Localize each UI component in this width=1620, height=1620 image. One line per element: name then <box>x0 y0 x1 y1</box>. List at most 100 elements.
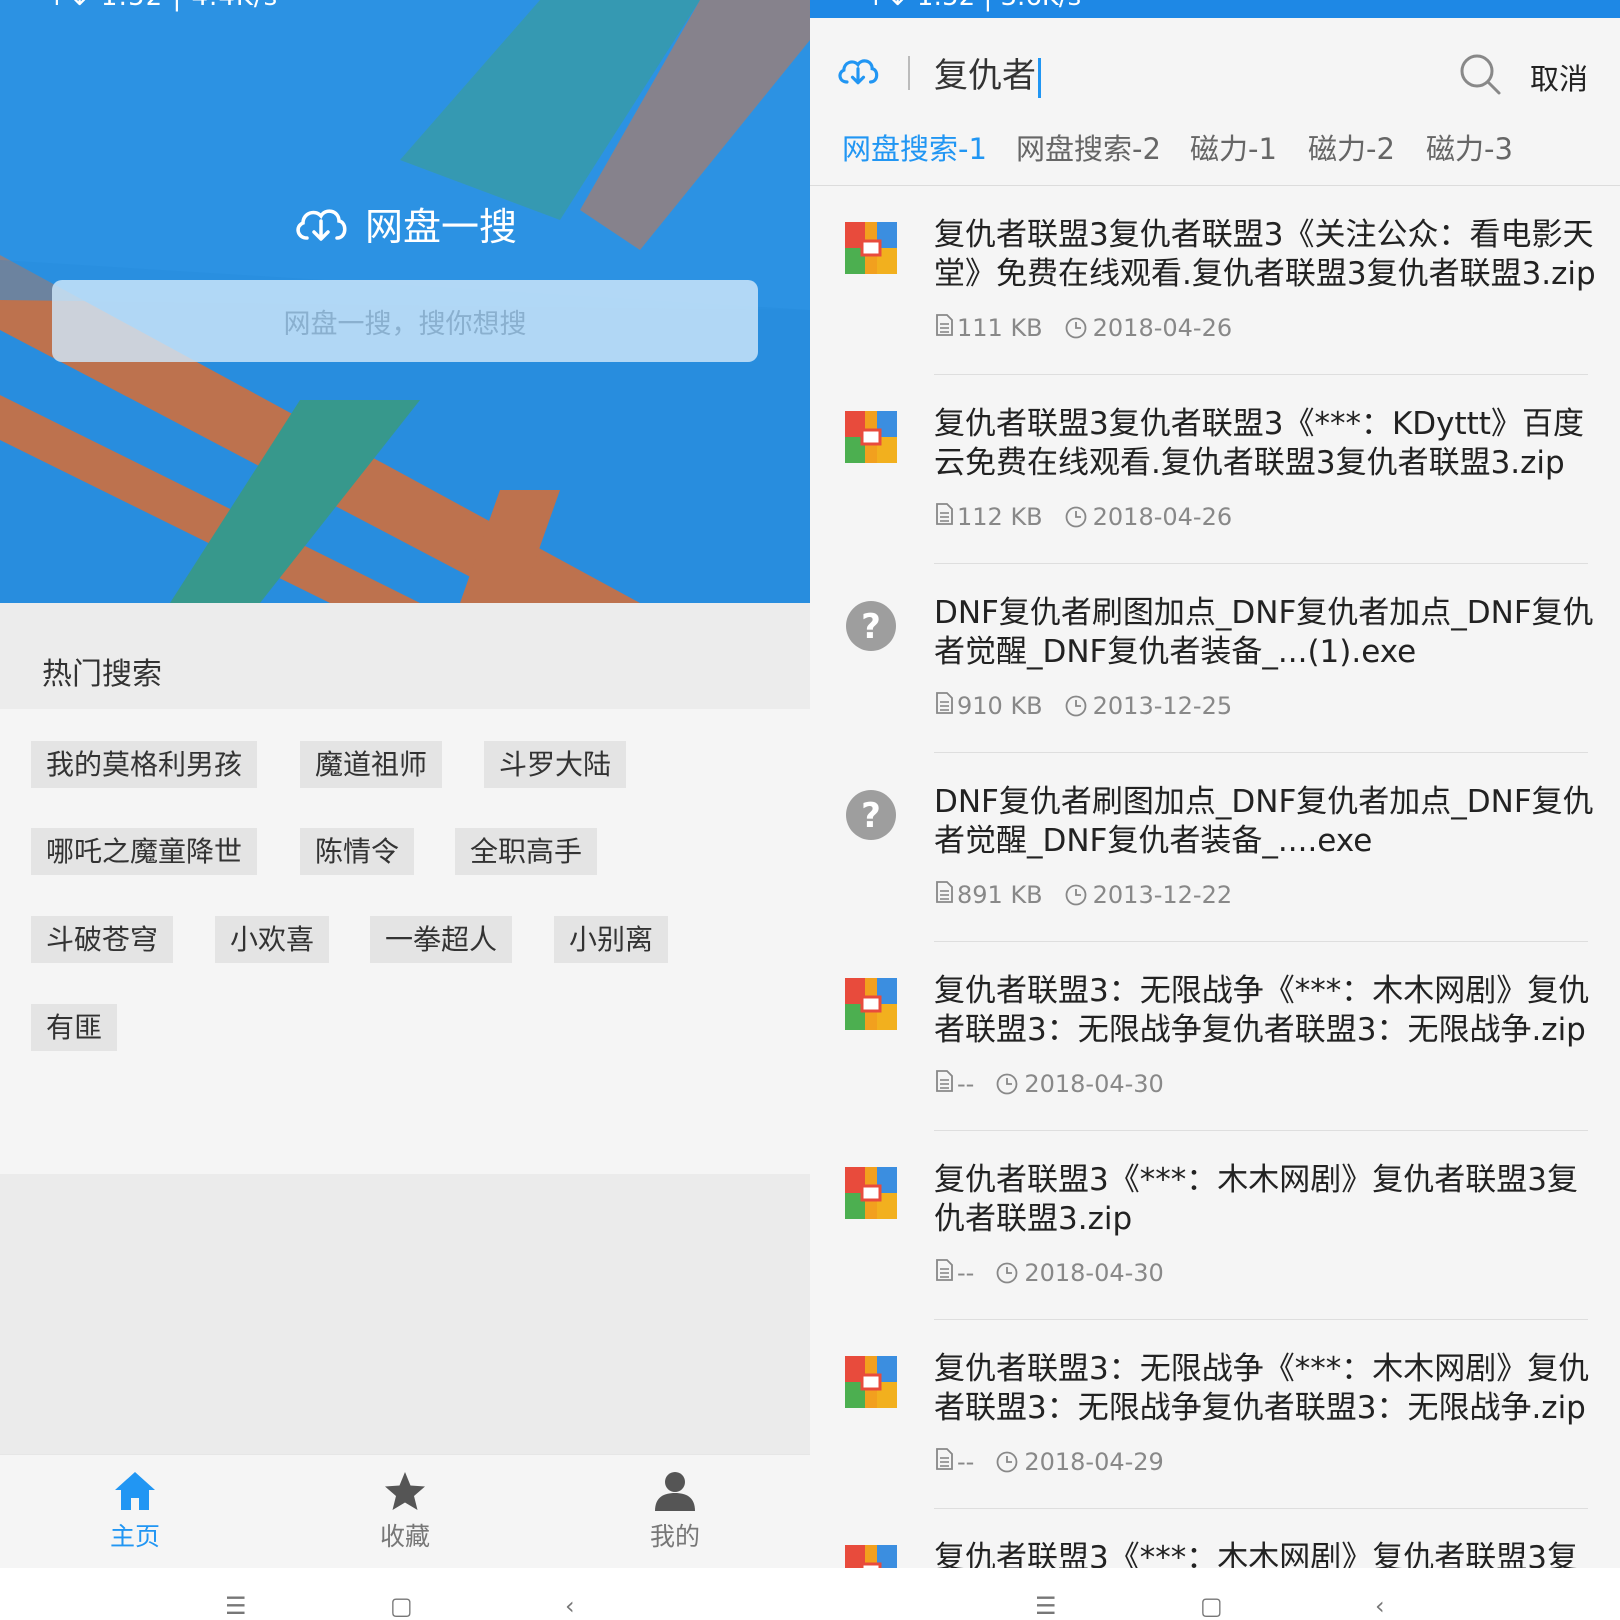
result-title: 复仇者联盟3：无限战争《***：木木网剧》复仇者联盟3：无限战争复仇者联盟3：无… <box>934 1351 1590 1426</box>
search-input[interactable]: 复仇者 <box>934 48 1041 98</box>
hot-tag[interactable]: 我的莫格利男孩 <box>31 741 258 788</box>
result-meta: 910 KB 2013-12-25 <box>934 692 1232 720</box>
result-date: 2018-04-30 <box>1024 1259 1164 1287</box>
back-icon[interactable]: ‹ <box>565 1592 575 1620</box>
result-meta: 112 KB 2018-04-26 <box>934 503 1232 531</box>
result-date-wrap: 2018-04-29 <box>996 1448 1164 1476</box>
hot-tag[interactable]: 斗罗大陆 <box>484 741 627 788</box>
tab-pan-search-1[interactable]: 网盘搜索-1 <box>842 126 987 168</box>
hot-tag[interactable]: 陈情令 <box>300 828 415 875</box>
file-icon <box>934 1448 957 1476</box>
home-icon <box>115 1472 155 1510</box>
result-item[interactable]: 复仇者联盟3：无限战争《***：木木网剧》复仇者联盟3：无限战争复仇者联盟3：无… <box>810 942 1620 1131</box>
svg-text:?: ? <box>861 796 881 836</box>
result-item[interactable]: 复仇者联盟3：无限战争《***：木木网剧》复仇者联盟3：无限战争复仇者联盟3：无… <box>810 1320 1620 1509</box>
app-title: 网盘一搜 <box>0 196 810 251</box>
text-caret <box>1038 57 1041 98</box>
nav-home[interactable]: 主页 <box>55 1469 215 1553</box>
result-item[interactable]: 复仇者联盟3复仇者联盟3《***：KDyttt》百度云免费在线观看.复仇者联盟3… <box>810 375 1620 564</box>
nav-me[interactable]: 我的 <box>595 1469 755 1553</box>
separator <box>908 56 910 90</box>
result-date: 2018-04-30 <box>1024 1070 1164 1098</box>
tab-magnet-1[interactable]: 磁力-1 <box>1190 126 1277 168</box>
hot-tag[interactable]: 小欢喜 <box>215 916 330 963</box>
clock-icon <box>996 1451 1021 1473</box>
result-item[interactable]: ? DNF复仇者刷图加点_DNF复仇者加点_DNF复仇者觉醒_DNF复仇者装备_… <box>810 564 1620 753</box>
result-item[interactable]: 复仇者联盟3复仇者联盟3《关注公众：看电影天堂》免费在线观看.复仇者联盟3复仇者… <box>810 186 1620 375</box>
clock-icon <box>1065 695 1090 717</box>
back-icon[interactable]: ‹ <box>1375 1592 1385 1620</box>
archive-icon <box>845 411 897 463</box>
result-size: 112 KB <box>957 503 1043 531</box>
result-date: 2013-12-25 <box>1092 692 1233 720</box>
archive-icon <box>845 978 897 1030</box>
clock-icon <box>1065 506 1090 528</box>
menu-icon[interactable]: ☰ <box>225 1592 247 1620</box>
result-title: 复仇者联盟3复仇者联盟3《关注公众：看电影天堂》免费在线观看.复仇者联盟3复仇者… <box>934 217 1596 292</box>
home-square-icon[interactable]: ▢ <box>1200 1592 1223 1620</box>
file-icon <box>934 503 957 531</box>
result-meta: 891 KB 2013-12-22 <box>934 881 1232 909</box>
file-icon <box>934 881 957 909</box>
home-square-icon[interactable]: ▢ <box>390 1592 413 1620</box>
menu-icon[interactable]: ☰ <box>1035 1592 1057 1620</box>
system-navigation-bar: ☰ ▢ ‹ <box>0 1568 810 1620</box>
file-icon <box>934 1070 957 1098</box>
result-size: -- <box>957 1259 975 1287</box>
hot-search-header: 热门搜索 <box>0 603 810 709</box>
result-size: 111 KB <box>957 314 1043 342</box>
result-date-wrap: 2018-04-30 <box>996 1259 1164 1287</box>
result-size: -- <box>957 1070 975 1098</box>
search-header: 复仇者 取消 网盘搜索-1 网盘搜索-2 磁力-1 磁力-2 磁力-3 <box>810 18 1620 186</box>
hot-tag[interactable]: 有匪 <box>31 1004 118 1051</box>
result-date: 2013-12-22 <box>1092 881 1233 909</box>
search-results-screen: ↑↓ 1:52 | 3.6K/s 复仇者 取消 网盘搜索-1 网盘搜索-2 磁力… <box>810 0 1620 1620</box>
archive-icon <box>845 1356 897 1408</box>
result-item[interactable]: ? DNF复仇者刷图加点_DNF复仇者加点_DNF复仇者觉醒_DNF复仇者装备_… <box>810 753 1620 942</box>
clock-icon <box>1065 884 1090 906</box>
bottom-navigation: 主页 收藏 我的 <box>0 1454 810 1568</box>
nav-favorites[interactable]: 收藏 <box>325 1469 485 1553</box>
hero-banner: ↑↓ 1:52 | 4.4K/s 网盘一搜 网盘一搜，搜你想搜 <box>0 0 810 603</box>
tab-pan-search-2[interactable]: 网盘搜索-2 <box>1016 126 1161 168</box>
cancel-button[interactable]: 取消 <box>1530 56 1588 98</box>
result-item[interactable]: 复仇者联盟3《***：木木网剧》复仇者联盟3复仇者联盟3.zip -- 2018… <box>810 1131 1620 1320</box>
person-icon <box>655 1472 695 1511</box>
nav-favorites-label: 收藏 <box>379 1522 430 1551</box>
hot-tag[interactable]: 斗破苍穹 <box>31 916 174 963</box>
result-title: 复仇者联盟3《***：木木网剧》复仇者联盟3复仇者联盟3.zip <box>934 1162 1578 1237</box>
unknown-file-icon: ? <box>845 789 897 841</box>
hot-tag[interactable]: 一拳超人 <box>370 916 513 963</box>
home-screen: ↑↓ 1:52 | 4.4K/s 网盘一搜 网盘一搜，搜你想搜 热门搜索 我的莫… <box>0 0 810 1620</box>
result-date-wrap: 2018-04-26 <box>1065 503 1232 531</box>
result-size: 891 KB <box>957 881 1043 909</box>
search-query: 复仇者 <box>934 56 1036 96</box>
hot-tag[interactable]: 全职高手 <box>455 828 598 875</box>
home-search-input[interactable]: 网盘一搜，搜你想搜 <box>52 280 758 362</box>
tab-magnet-2[interactable]: 磁力-2 <box>1308 126 1395 168</box>
clock-icon <box>1065 317 1090 339</box>
archive-icon <box>845 222 897 274</box>
result-date-wrap: 2018-04-26 <box>1065 314 1232 342</box>
tab-magnet-3[interactable]: 磁力-3 <box>1426 126 1513 168</box>
result-meta: -- 2018-04-30 <box>934 1259 1164 1287</box>
cloud-download-icon[interactable] <box>836 54 880 88</box>
empty-area <box>0 1174 810 1454</box>
search-placeholder: 网盘一搜，搜你想搜 <box>283 308 527 340</box>
hot-tag[interactable]: 小别离 <box>554 916 669 963</box>
result-title: DNF复仇者刷图加点_DNF复仇者加点_DNF复仇者觉醒_DNF复仇者装备_..… <box>934 595 1594 670</box>
nav-me-label: 我的 <box>649 1522 700 1551</box>
hot-tag[interactable]: 哪吒之魔童降世 <box>31 828 258 875</box>
status-bar-text: ↑↓ 1:52 | 3.6K/s <box>865 0 1081 12</box>
result-date: 2018-04-26 <box>1092 503 1233 531</box>
result-date-wrap: 2018-04-30 <box>996 1070 1164 1098</box>
result-date: 2018-04-29 <box>1024 1448 1164 1476</box>
hot-tag[interactable]: 魔道祖师 <box>300 741 443 788</box>
app-title-text: 网盘一搜 <box>364 205 517 249</box>
file-icon <box>934 314 957 342</box>
hot-search-tags: 我的莫格利男孩 魔道祖师 斗罗大陆 哪吒之魔童降世 陈情令 全职高手 斗破苍穹 … <box>0 709 810 1174</box>
system-navigation-bar: ☰ ▢ ‹ <box>810 1568 1620 1620</box>
search-icon[interactable] <box>1458 52 1502 96</box>
svg-text:?: ? <box>861 607 881 647</box>
result-title: DNF复仇者刷图加点_DNF复仇者加点_DNF复仇者觉醒_DNF复仇者装备_..… <box>934 784 1594 859</box>
